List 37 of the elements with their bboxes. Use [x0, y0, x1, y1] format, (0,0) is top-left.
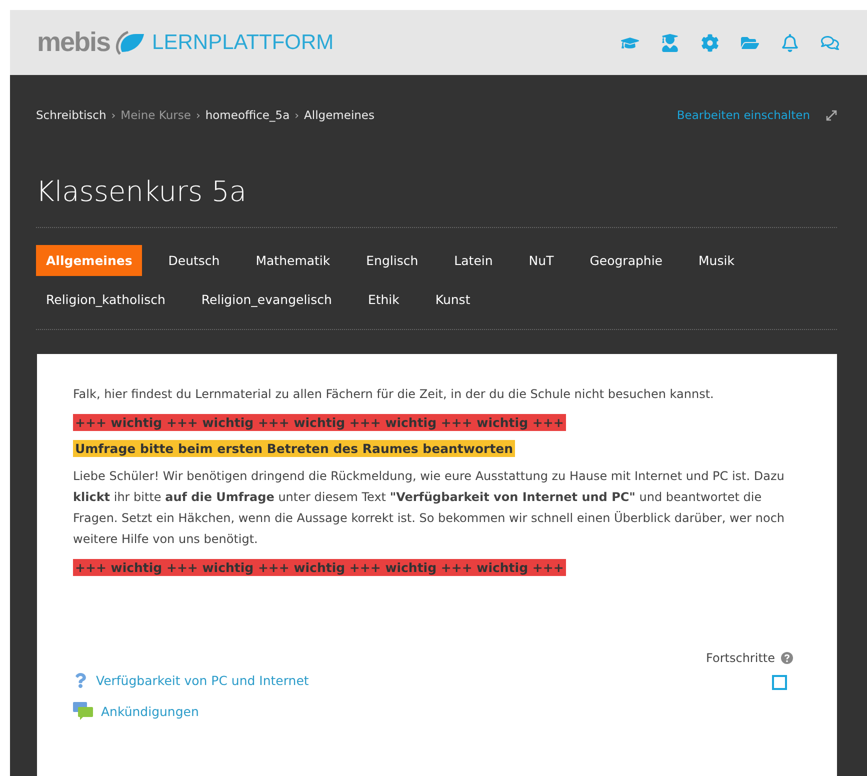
breadcrumb-link[interactable]: Meine Kurse — [120, 108, 191, 122]
breadcrumb-separator: › — [111, 108, 116, 122]
breadcrumb-separator: › — [196, 108, 200, 122]
course-title: Klassenkurs 5a — [36, 175, 837, 228]
question-mark-icon — [73, 673, 88, 688]
course-tab[interactable]: Ethik — [358, 284, 410, 315]
breadcrumb-link[interactable]: Allgemeines — [304, 108, 374, 122]
course-tab[interactable]: Musik — [688, 245, 744, 276]
progress-label: Fortschritte — [706, 651, 775, 665]
speech-bubbles-icon — [73, 702, 93, 720]
course-tab[interactable]: Religion_katholisch — [36, 284, 176, 315]
logo-text: mebis — [37, 27, 110, 58]
breadcrumb-separator: › — [294, 108, 300, 122]
highlighted-text: Umfrage bitte beim ersten Betreten des Raumes beantworten — [73, 440, 516, 457]
logo-subtitle: LERNPLATTFORM — [152, 30, 334, 54]
help-icon[interactable] — [781, 652, 793, 664]
course-tab[interactable]: Religion_evangelisch — [191, 284, 342, 315]
completion-checkbox[interactable] — [772, 675, 787, 690]
course-tab[interactable]: Deutsch — [158, 245, 230, 276]
course-tab[interactable]: Latein — [444, 245, 503, 276]
student-icon[interactable] — [661, 34, 679, 52]
edit-mode-link[interactable]: Bearbeiten einschalten — [676, 108, 810, 122]
highlighted-text: +++ wichtig +++ wichtig +++ wichtig +++ wichtig +++ wichtig +++ — [73, 414, 566, 431]
breadcrumb-link[interactable]: homeoffice_5a — [205, 108, 290, 122]
course-tab[interactable]: Mathematik — [246, 245, 340, 276]
highlighted-text: +++ wichtig +++ wichtig +++ wichtig +++ wichtig +++ wichtig +++ — [73, 559, 566, 576]
paragraph: Falk, hier findest du Lernmaterial zu allen Fächern für die Zeit, in der du die Schule nicht besuchen kannst. — [73, 386, 715, 403]
course-tab[interactable]: NuT — [518, 245, 564, 276]
course-tab[interactable]: Kunst — [425, 284, 480, 315]
expand-icon[interactable] — [826, 110, 837, 120]
chat-icon[interactable] — [821, 34, 839, 52]
course-tab[interactable]: Geographie — [580, 245, 672, 276]
breadcrumb-link[interactable]: Schreibtisch — [36, 108, 106, 122]
settings-icon[interactable] — [701, 34, 719, 52]
paragraph: Liebe Schüler! Wir benötigen dringend die Rückmeldung, wie eure Ausstattung zu Hause mit Internet und PC ist. Dazu klickt ihr bitte auf die Umfrage unter diesem Text "Verfügbarkeit von Internet und PC" und beantwortet die Fragen. Setzt ein Häkchen, wenn die Aussage korrekt ist. So bekommen wir schnell einen Überblick darüber, wer noch weitere Hilfe von uns benötigt. — [73, 468, 786, 548]
course-tab[interactable]: Englisch — [356, 245, 428, 276]
bell-icon[interactable] — [781, 34, 799, 52]
